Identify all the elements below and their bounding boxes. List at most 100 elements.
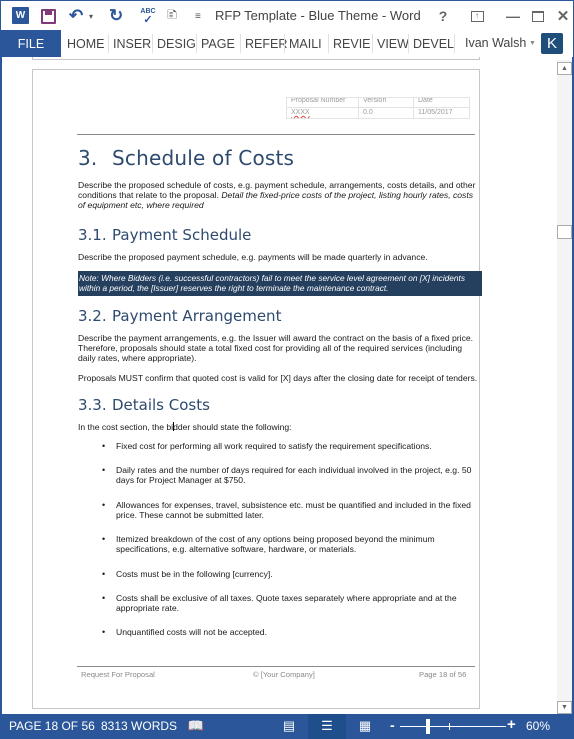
bullet-icon: •: [102, 592, 106, 603]
list-item-text: Daily rates and the number of days requi…: [116, 465, 472, 485]
help-button[interactable]: ?: [431, 5, 455, 27]
undo-icon[interactable]: ↶: [69, 6, 83, 25]
ribbon-display-options-button[interactable]: ↑: [465, 5, 489, 27]
zoom-slider-thumb[interactable]: [426, 719, 430, 734]
close-button[interactable]: ✕: [551, 5, 574, 27]
user-account-name[interactable]: Ivan Walsh: [465, 36, 526, 50]
page-count-status[interactable]: PAGE 18 OF 56: [9, 719, 95, 733]
list-item: • Fixed cost for performing all work requ…: [78, 441, 478, 451]
proofing-errors-icon[interactable]: 📖: [187, 718, 205, 734]
tab-home[interactable]: HOME: [63, 30, 109, 57]
scroll-down-button[interactable]: ▼: [557, 701, 572, 714]
validity-paragraph: Proposals MUST confirm that quoted cost …: [78, 373, 478, 383]
spelling-error-text[interactable]: XXXX: [291, 109, 310, 116]
check-icon: ✓: [143, 14, 153, 26]
minimize-button[interactable]: —: [501, 5, 525, 27]
tab-page-layout[interactable]: PAGE: [197, 30, 241, 57]
vertical-scrollbar[interactable]: [557, 60, 572, 717]
customize-qat-icon[interactable]: ≡: [195, 7, 201, 25]
save-icon[interactable]: [41, 9, 56, 24]
header-proposal-table: Proposal Number Version Date XXXX 0.0 11…: [286, 97, 470, 119]
list-item: • Unquantified costs will not be accepted…: [78, 627, 478, 637]
footer-divider: [77, 666, 475, 667]
account-dropdown-icon[interactable]: ▼: [529, 40, 536, 47]
zoom-level[interactable]: 60%: [526, 719, 550, 733]
subsection-number: 3.1.: [78, 226, 107, 244]
subsection-title: Payment Schedule: [112, 226, 252, 244]
bullet-icon: •: [102, 465, 106, 475]
intro-before-cursor: In the cost section, the bi: [78, 422, 174, 432]
list-item-text: Costs must be in the following [currency…: [116, 568, 273, 579]
list-item: • Daily rates and the number of days requ…: [78, 465, 478, 485]
details-costs-intro: In the cost section, the bidder should s…: [78, 422, 478, 432]
undo-dropdown-icon[interactable]: ▾: [89, 7, 93, 25]
note-callout: Note: Where Bidders (i.e. successful con…: [78, 271, 482, 296]
new-comment-icon[interactable]: 🗈: [167, 6, 177, 25]
tab-mailings[interactable]: MAILI: [285, 30, 329, 57]
tab-references[interactable]: REFER: [241, 30, 287, 57]
tab-design[interactable]: DESIG: [153, 30, 197, 57]
window-title: RFP Template - Blue Theme - Word: [215, 8, 421, 23]
read-mode-icon[interactable]: ▤: [280, 718, 298, 734]
print-layout-icon[interactable]: ☰: [318, 718, 336, 734]
list-item: • Costs shall be exclusive of all taxes. …: [78, 593, 478, 613]
bullet-icon: •: [102, 441, 106, 451]
tab-view[interactable]: VIEW: [373, 30, 409, 57]
document-page[interactable]: Proposal Number Version Date XXXX 0.0 11…: [32, 69, 482, 709]
bullet-icon: •: [102, 534, 106, 544]
footer-page-number: Page 18 of 56: [419, 670, 467, 679]
web-layout-icon[interactable]: ▦: [356, 718, 374, 734]
scroll-up-button[interactable]: ▲: [557, 62, 572, 75]
list-item: • Allowances for expenses, travel, subsis…: [78, 500, 478, 520]
zoom-out-button[interactable]: -: [390, 717, 395, 733]
section-intro-paragraph: Describe the proposed schedule of costs,…: [78, 180, 478, 210]
subsection-heading: 3.1. Payment Schedule: [78, 226, 478, 244]
tab-review[interactable]: REVIE: [329, 30, 373, 57]
title-bar: W ↶ ▾ ↻ ABC ✓ 🗈 ≡ RFP Template - Blue The…: [0, 0, 574, 30]
header-version-value: 0.0: [358, 107, 414, 119]
ribbon-display-icon: ↑: [470, 10, 484, 22]
header-col-proposal-number: Proposal Number: [286, 97, 359, 108]
subsection-heading: 3.2. Payment Arrangement: [78, 307, 478, 325]
subsection-heading: 3.3. Details Costs: [78, 396, 478, 414]
ribbon-tabs: FILE HOME INSER DESIG PAGE REFER MAILI R…: [0, 30, 574, 57]
section-number: 3.: [78, 146, 98, 170]
header-date-value: 11/05/2017: [413, 107, 470, 119]
section-title: Schedule of Costs: [112, 146, 295, 170]
cost-requirements-list: • Fixed cost for performing all work requ…: [78, 441, 478, 637]
list-item-text: Unquantified costs will not be accepted.: [116, 627, 267, 637]
user-avatar[interactable]: K: [541, 33, 563, 54]
word-count-status[interactable]: 8313 WORDS: [101, 719, 177, 733]
maximize-button[interactable]: [526, 5, 550, 27]
word-app-icon[interactable]: W: [12, 7, 29, 24]
subsection-number: 3.2.: [78, 307, 107, 325]
list-item-text: Itemized breakdown of the cost of any op…: [116, 534, 435, 554]
header-proposal-number-value: XXXX: [286, 107, 359, 119]
document-canvas[interactable]: Proposal Number Version Date XXXX 0.0 11…: [2, 57, 572, 714]
list-item-text: Fixed cost for performing all work requi…: [116, 441, 432, 451]
zoom-slider[interactable]: [400, 726, 506, 727]
footer-left-text: Request For Proposal: [81, 670, 155, 679]
header-col-version: Version: [358, 97, 414, 108]
bullet-icon: •: [102, 499, 106, 510]
document-body: 3. Schedule of Costs Describe the propose…: [78, 146, 482, 651]
redo-icon[interactable]: ↻: [109, 6, 123, 25]
bullet-icon: •: [102, 627, 106, 637]
tab-insert[interactable]: INSER: [109, 30, 153, 57]
spelling-check-icon[interactable]: ABC ✓: [139, 7, 157, 26]
list-item-text: Allowances for expenses, travel, subsist…: [116, 499, 471, 520]
section-heading: 3. Schedule of Costs: [78, 146, 478, 170]
header-col-date: Date: [413, 97, 470, 108]
intro-after-cursor: dder should state the following:: [173, 422, 292, 432]
subsection-title: Payment Arrangement: [112, 307, 282, 325]
zoom-in-button[interactable]: +: [507, 716, 516, 733]
list-item: • Itemized breakdown of the cost of any o…: [78, 534, 478, 554]
tab-file[interactable]: FILE: [1, 30, 61, 57]
bullet-icon: •: [102, 568, 106, 579]
header-divider: [77, 134, 475, 135]
previous-page-edge: [32, 57, 480, 60]
tab-developer[interactable]: DEVEL: [409, 30, 455, 57]
subsection-number: 3.3.: [78, 396, 107, 414]
scrollbar-thumb[interactable]: [557, 225, 572, 239]
list-item-text: Costs shall be exclusive of all taxes. Q…: [116, 592, 457, 613]
